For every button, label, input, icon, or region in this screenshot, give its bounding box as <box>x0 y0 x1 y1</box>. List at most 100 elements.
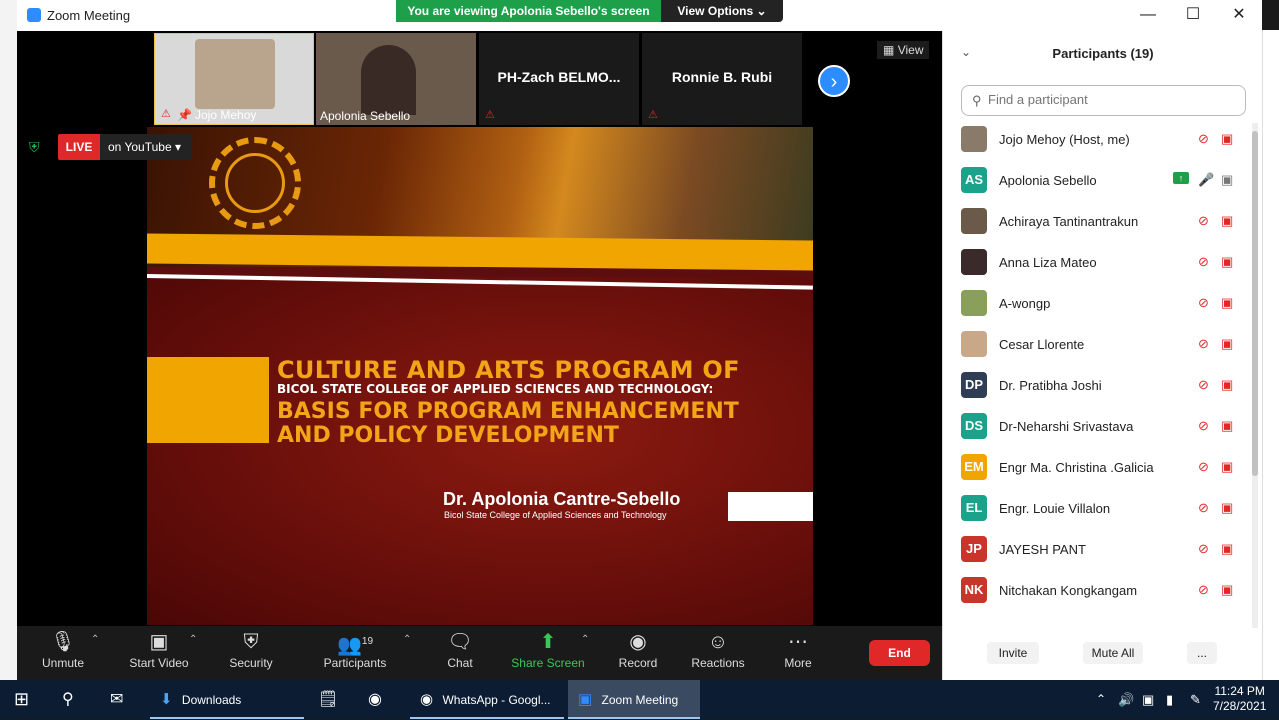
view-options-label: View Options <box>677 4 754 18</box>
download-arrow-icon: ⬇ <box>160 691 173 708</box>
record-button[interactable]: ◉ Record <box>613 626 663 680</box>
microphone-muted-icon[interactable]: ⊘ <box>1198 500 1209 516</box>
participant-row[interactable]: Jojo Mehoy (Host, me) ⊘ ▣ <box>943 123 1248 164</box>
participant-row[interactable]: Achiraya Tantinantrakun ⊘ ▣ <box>943 205 1248 246</box>
battery-icon[interactable]: ▮ <box>1166 680 1173 719</box>
unmute-button[interactable]: 🎙 Unmute <box>33 626 93 680</box>
participant-row[interactable]: Anna Liza Mateo ⊘ ▣ <box>943 246 1248 287</box>
camera-off-icon[interactable]: ▣ <box>1221 582 1233 598</box>
microphone-muted-icon[interactable]: ⊘ <box>1198 213 1209 229</box>
participants-button[interactable]: 👥19 Participants <box>317 626 393 680</box>
camera-off-icon[interactable]: ▣ <box>1221 254 1233 270</box>
chat-label: Chat <box>447 656 473 670</box>
camera-off-icon[interactable]: ▣ <box>1221 336 1233 352</box>
participant-row[interactable]: EM Engr Ma. Christina .Galicia ⊘ ▣ <box>943 451 1248 492</box>
video-options-caret-icon[interactable]: ⌃ <box>189 634 197 645</box>
pen-icon[interactable]: ✎ <box>1190 680 1201 719</box>
camera-off-icon[interactable]: ▣ <box>1221 213 1233 229</box>
thumbnail-ph-zach[interactable]: PH-Zach BELMO... ⚠ <box>479 33 639 125</box>
microphone-muted-icon[interactable]: ⊘ <box>1198 295 1209 311</box>
view-layout-button[interactable]: ▦ View <box>877 41 930 59</box>
mute-all-button[interactable]: Mute All <box>1083 642 1143 664</box>
audio-options-caret-icon[interactable]: ⌃ <box>91 634 99 645</box>
thumbnail-jojo-mehoy[interactable]: ⚠ 📌 Jojo Mehoy <box>154 33 314 125</box>
participant-name: Achiraya Tantinantrakun <box>999 214 1139 229</box>
shield-icon: ⛨ <box>243 631 259 653</box>
chat-button[interactable]: 🗨 Chat <box>435 626 485 680</box>
participant-row[interactable]: JP JAYESH PANT ⊘ ▣ <box>943 533 1248 574</box>
participants-panel-title: Participants (19) <box>1052 46 1154 61</box>
windows-start-icon[interactable]: ⊞ <box>14 680 34 719</box>
mail-icon[interactable]: ✉ <box>110 680 138 719</box>
microphone-muted-icon: 🎙 <box>50 631 76 653</box>
participant-row[interactable]: A-wongp ⊘ ▣ <box>943 287 1248 328</box>
share-options-caret-icon[interactable]: ⌃ <box>581 634 589 645</box>
more-options-button[interactable]: ... <box>1187 642 1217 664</box>
share-screen-button[interactable]: ⬆ Share Screen <box>511 626 585 680</box>
record-label: Record <box>618 656 658 670</box>
search-icon[interactable]: ⚲ <box>62 680 82 719</box>
live-badge[interactable]: LIVE <box>58 134 100 160</box>
avatar <box>961 331 987 357</box>
invite-button[interactable]: Invite <box>987 642 1039 664</box>
camera-off-icon[interactable]: ▣ <box>1221 295 1233 311</box>
camera-off-icon[interactable]: ▣ <box>1221 541 1233 557</box>
shield-check-icon[interactable]: ⛨ <box>29 139 47 157</box>
avatar <box>961 290 987 316</box>
microphone-muted-icon[interactable]: ⊘ <box>1198 254 1209 270</box>
microphone-muted-icon[interactable]: ⊘ <box>1198 377 1209 393</box>
network-icon[interactable]: ▣ <box>1142 680 1154 719</box>
participant-row[interactable]: DP Dr. Pratibha Joshi ⊘ ▣ <box>943 369 1248 410</box>
minimize-button[interactable]: — <box>1128 4 1168 26</box>
start-video-button[interactable]: ▣ Start Video <box>119 626 199 680</box>
camera-off-icon[interactable]: ▣ <box>1221 131 1233 147</box>
view-options-button[interactable]: View Options ⌄ <box>661 0 783 22</box>
microphone-muted-icon[interactable]: ⊘ <box>1198 418 1209 434</box>
thumbnail-name: Jojo Mehoy <box>195 108 257 122</box>
thumbnail-apolonia-sebello[interactable]: Apolonia Sebello <box>316 33 476 125</box>
volume-icon[interactable]: 🔊 <box>1118 680 1134 719</box>
thumbnail-ronnie-rubi[interactable]: Ronnie B. Rubi ⚠ <box>642 33 802 125</box>
scrollbar-thumb[interactable] <box>1252 131 1258 476</box>
more-button[interactable]: ⋯ More <box>777 626 819 680</box>
participant-search-input[interactable] <box>988 92 1238 107</box>
participant-search[interactable]: ⚲ <box>961 85 1246 116</box>
chrome-icon[interactable]: ◉ <box>368 680 396 719</box>
camera-off-icon[interactable]: ▣ <box>1221 377 1233 393</box>
microphone-icon[interactable]: 🎤 <box>1198 172 1214 188</box>
reactions-button[interactable]: ☺ Reactions <box>687 626 749 680</box>
avatar <box>961 208 987 234</box>
participants-options-caret-icon[interactable]: ⌃ <box>403 634 411 645</box>
next-page-arrow-icon[interactable]: › <box>818 65 850 97</box>
participant-row[interactable]: DS Dr-Neharshi Srivastava ⊘ ▣ <box>943 410 1248 451</box>
camera-icon[interactable]: ▣ <box>1221 172 1233 188</box>
zoom-app-icon <box>27 8 41 22</box>
camera-off-icon[interactable]: ▣ <box>1221 459 1233 475</box>
participant-row[interactable]: AS Apolonia Sebello ↑ 🎤 ▣ <box>943 164 1248 205</box>
microphone-muted-icon[interactable]: ⊘ <box>1198 541 1209 557</box>
microphone-muted-icon[interactable]: ⊘ <box>1198 131 1209 147</box>
microphone-muted-icon[interactable]: ⊘ <box>1198 336 1209 352</box>
slide-title-line-4: AND POLICY DEVELOPMENT <box>277 423 619 448</box>
taskbar-downloads[interactable]: ⬇ Downloads <box>150 680 304 719</box>
chat-bubble-icon: 🗨 <box>447 631 473 653</box>
security-button[interactable]: ⛨ Security <box>221 626 281 680</box>
taskbar-zoom[interactable]: ▣ Zoom Meeting <box>568 680 700 719</box>
show-hidden-icons-chevron-icon[interactable]: ⌃ <box>1096 680 1106 719</box>
taskbar-whatsapp[interactable]: ◉ WhatsApp - Googl... <box>410 680 564 719</box>
camera-off-icon[interactable]: ▣ <box>1221 418 1233 434</box>
system-clock[interactable]: 11:24 PM 7/28/2021 <box>1213 684 1266 714</box>
participant-row[interactable]: NK Nitchakan Kongkangam ⊘ ▣ <box>943 574 1248 615</box>
end-meeting-button[interactable]: End <box>869 640 930 666</box>
microphone-muted-icon[interactable]: ⊘ <box>1198 582 1209 598</box>
meeting-toolbar: 🎙 Unmute ⌃ ▣ Start Video ⌃ ⛨ Security 👥1… <box>17 626 942 680</box>
close-button[interactable]: ✕ <box>1219 4 1259 26</box>
live-destination-dropdown[interactable]: on YouTube ▾ <box>100 134 192 160</box>
notepad-icon[interactable]: 🗒 <box>318 680 346 719</box>
zoom-label: Zoom Meeting <box>601 693 679 707</box>
participant-row[interactable]: Cesar Llorente ⊘ ▣ <box>943 328 1248 369</box>
maximize-button[interactable]: ☐ <box>1173 4 1213 26</box>
microphone-muted-icon[interactable]: ⊘ <box>1198 459 1209 475</box>
participant-row[interactable]: EL Engr. Louie Villalon ⊘ ▣ <box>943 492 1248 533</box>
camera-off-icon[interactable]: ▣ <box>1221 500 1233 516</box>
